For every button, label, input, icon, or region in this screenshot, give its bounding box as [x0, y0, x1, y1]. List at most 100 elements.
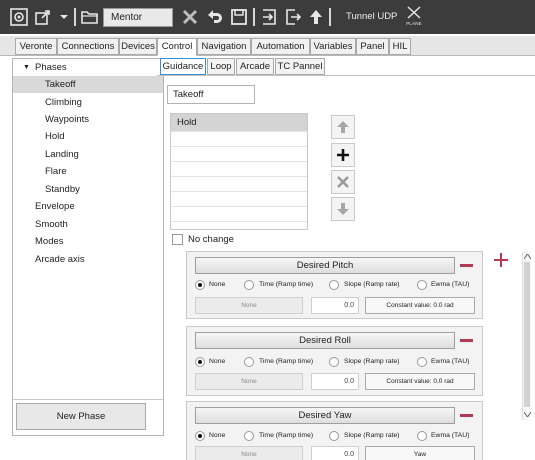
tree-item-climbing[interactable]: Climbing: [13, 94, 163, 111]
gear-icon[interactable]: [7, 5, 31, 29]
ramp-field[interactable]: None: [195, 373, 303, 390]
value-field[interactable]: 0.0: [311, 446, 359, 460]
dropdown-arrow-icon[interactable]: [52, 5, 76, 29]
phase-name-input[interactable]: Takeoff: [167, 85, 255, 104]
radio-none[interactable]: [195, 357, 205, 367]
constant-value-button[interactable]: Constant value: 0.0 rad: [365, 297, 475, 314]
list-row-empty[interactable]: [171, 207, 307, 222]
remove-yaw-button[interactable]: [460, 414, 473, 417]
tree-item-landing[interactable]: Landing: [13, 146, 163, 163]
radio-label: Slope (Ramp rate): [344, 358, 400, 365]
close-icon: [337, 176, 349, 188]
arrow-down-icon: [337, 203, 349, 215]
remove-pitch-button[interactable]: [460, 264, 473, 267]
yaw-button[interactable]: Yaw: [365, 446, 475, 460]
panel-divider: [13, 399, 163, 400]
upload-arrow-icon[interactable]: [304, 5, 328, 29]
no-change-label: No change: [188, 234, 234, 245]
tab-connections[interactable]: Connections: [57, 38, 119, 55]
tree-item-label: Standby: [45, 184, 80, 195]
tab-veronte[interactable]: Veronte: [15, 38, 57, 55]
tab-automation[interactable]: Automation: [251, 38, 310, 55]
scroll-down-icon[interactable]: [524, 412, 531, 417]
radio-label: Ewma (TAU): [431, 432, 470, 439]
move-down-button[interactable]: [331, 197, 355, 221]
list-row-empty[interactable]: [171, 177, 307, 192]
subtab-loop[interactable]: Loop: [207, 58, 235, 75]
tree-item-hold[interactable]: Hold: [13, 128, 163, 145]
phase-tree-panel: ▼ Phases Takeoff Climbing Waypoints Hold…: [12, 58, 164, 436]
tree-item-label: Smooth: [35, 219, 68, 230]
radio-label: None: [209, 281, 226, 288]
desired-roll-panel: Desired Roll None Time (Ramp time) Slope…: [186, 326, 483, 396]
vertical-scrollbar[interactable]: [522, 252, 531, 420]
desired-yaw-header[interactable]: Desired Yaw: [195, 407, 455, 424]
tree-item-label: Modes: [35, 236, 64, 247]
scroll-up-icon[interactable]: [524, 254, 531, 259]
tab-control[interactable]: Control: [157, 38, 197, 56]
subtab-arcade[interactable]: Arcade: [236, 58, 274, 75]
expand-triangle-icon[interactable]: ▼: [23, 59, 30, 76]
ramp-field[interactable]: None: [195, 446, 303, 460]
undo-icon[interactable]: [203, 5, 227, 29]
no-change-checkbox[interactable]: [172, 234, 183, 245]
radio-ewma[interactable]: [417, 357, 427, 367]
radio-time[interactable]: [244, 280, 254, 290]
list-item[interactable]: Hold: [171, 114, 307, 132]
mentor-selector[interactable]: Mentor: [103, 8, 173, 27]
import-icon[interactable]: [257, 5, 281, 29]
radio-ewma[interactable]: [417, 280, 427, 290]
add-button[interactable]: [331, 143, 355, 167]
tab-variables[interactable]: Variables: [310, 38, 356, 55]
tab-panel[interactable]: Panel: [356, 38, 389, 55]
radio-ewma[interactable]: [417, 431, 427, 441]
radio-time[interactable]: [244, 357, 254, 367]
tree-item-waypoints[interactable]: Waypoints: [13, 111, 163, 128]
tree-item-smooth[interactable]: Smooth: [13, 216, 163, 233]
tree-item-modes[interactable]: Modes: [13, 233, 163, 250]
toolbar-separator: [329, 8, 331, 26]
tree-item-flare[interactable]: Flare: [13, 163, 163, 180]
radio-time[interactable]: [244, 431, 254, 441]
list-row-empty[interactable]: [171, 147, 307, 162]
list-row-empty[interactable]: [171, 132, 307, 147]
constant-value-button[interactable]: Constant value: 0.0 rad: [365, 373, 475, 390]
move-up-button[interactable]: [331, 115, 355, 139]
tree-item-standby[interactable]: Standby: [13, 181, 163, 198]
plane-button[interactable]: PLANE: [404, 6, 424, 30]
value-field[interactable]: 0.0: [311, 297, 359, 314]
tree-item-arcade-axis[interactable]: Arcade axis: [13, 251, 163, 268]
radio-slope[interactable]: [329, 357, 339, 367]
radio-none[interactable]: [195, 431, 205, 441]
tab-hil[interactable]: HIL: [389, 38, 411, 55]
save-icon[interactable]: [227, 5, 251, 29]
radio-slope[interactable]: [329, 280, 339, 290]
delete-button[interactable]: [331, 170, 355, 194]
export-file-icon[interactable]: [281, 5, 305, 29]
ramp-field[interactable]: None: [195, 297, 303, 314]
list-row-empty[interactable]: [171, 192, 307, 207]
new-phase-button[interactable]: New Phase: [16, 403, 146, 430]
folder-icon[interactable]: [78, 5, 102, 29]
add-desired-plus-icon[interactable]: [494, 253, 508, 267]
tab-devices[interactable]: Devices: [119, 38, 157, 55]
radio-label: Ewma (TAU): [431, 358, 470, 365]
tree-item-envelope[interactable]: Envelope: [13, 198, 163, 215]
tab-navigation[interactable]: Navigation: [197, 38, 251, 55]
remove-roll-button[interactable]: [460, 339, 473, 342]
scrollbar-thumb[interactable]: [524, 262, 530, 407]
desired-pitch-header[interactable]: Desired Pitch: [195, 257, 455, 274]
subtab-tc-pannel[interactable]: TC Pannel: [275, 58, 325, 75]
subtab-guidance[interactable]: Guidance: [160, 58, 206, 75]
value-field[interactable]: 0.0: [311, 373, 359, 390]
radio-slope[interactable]: [329, 431, 339, 441]
tree-item-takeoff[interactable]: Takeoff: [13, 76, 163, 93]
close-icon[interactable]: [178, 5, 202, 29]
desired-roll-header[interactable]: Desired Roll: [195, 332, 455, 349]
tree-phases[interactable]: ▼ Phases: [13, 59, 163, 76]
guidance-list[interactable]: Hold: [170, 113, 308, 230]
list-row-empty[interactable]: [171, 162, 307, 177]
tree-item-label: Climbing: [45, 97, 82, 108]
tree-phases-label: Phases: [35, 62, 67, 73]
radio-none[interactable]: [195, 280, 205, 290]
